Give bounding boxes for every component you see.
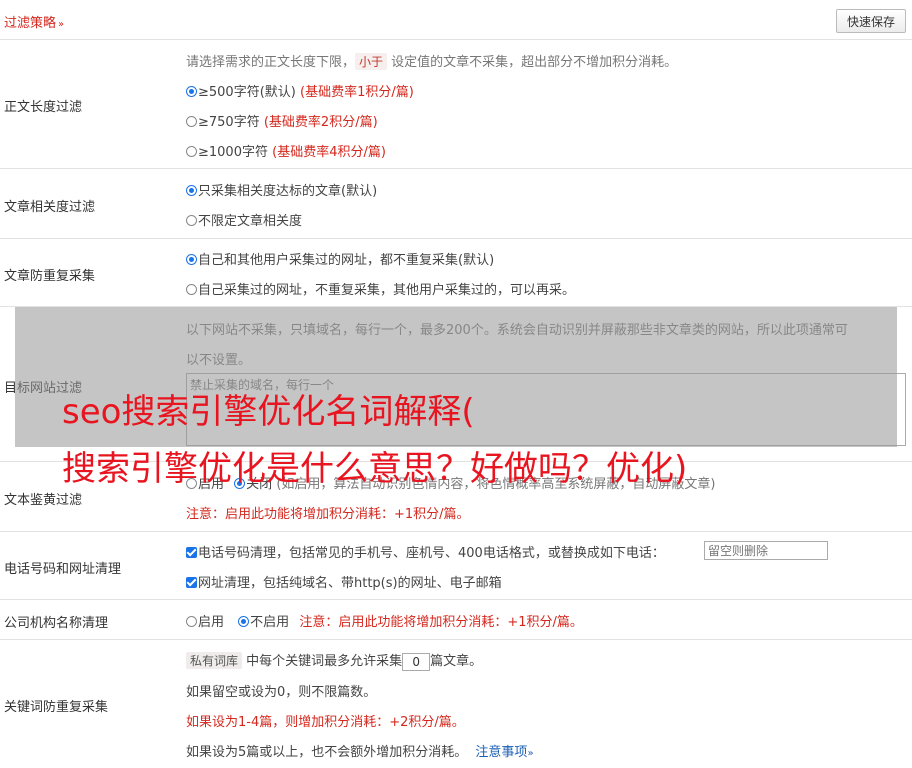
length-filter-label: 正文长度过滤 [4,100,83,115]
site-filter-desc-1: 以下网站不采集，只填域名，每行一个，最多200个。系统会自动识别并屏蔽那些非文章… [186,323,848,338]
relevance-filter-label: 文章相关度过滤 [4,200,96,215]
url-clean-option[interactable]: 网址清理，包括纯域名、带http(s)的网址、电子邮箱 [186,572,502,591]
relevance-option-strict[interactable]: 只采集相关度达标的文章(默认) [186,180,377,199]
dedupe-option-self[interactable]: 自己采集过的网址，不重复采集，其他用户采集过的，可以再采。 [186,279,575,298]
dedupe-filter-label: 文章防重复采集 [4,269,96,284]
filter-strategy-title[interactable]: 过滤策略» [4,12,64,31]
keyword-note-1: 如果留空或设为0，则不限篇数。 [186,685,377,700]
overlay-headline-1: seo搜索引擎优化名词解释( [62,392,475,432]
relevance-any-radio[interactable] [186,215,197,226]
chevron-down-icon: » [58,19,65,30]
length-500-radio[interactable] [186,86,197,97]
overlay-headline-2: 搜索引擎优化是什么意思？好做吗？优化) [62,449,688,489]
keyword-note-3: 如果设为5篇或以上，也不会额外增加积分消耗。 注意事项» [186,745,534,760]
length-option-750[interactable]: ≥750字符 (基础费率2积分/篇) [186,111,378,130]
length-1000-radio[interactable] [186,146,197,157]
relevance-filter-row: 文章相关度过滤 只采集相关度达标的文章(默认) 不限定文章相关度 [0,169,912,239]
length-option-1000[interactable]: ≥1000字符 (基础费率4积分/篇) [186,141,386,160]
quick-save-button[interactable]: 快速保存 [836,9,906,33]
length-option-500[interactable]: ≥500字符(默认) (基础费率1积分/篇) [186,81,414,100]
length-750-radio[interactable] [186,116,197,127]
org-filter-row: 公司机构名称清理 启用 不启用 注意：启用此功能将增加积分消耗：+1积分/篇。 [0,600,912,640]
keyword-limit-line: 私有词库 中每个关键词最多允许采集 0 篇文章。 [186,650,482,671]
dedupe-filter-row: 文章防重复采集 自己和其他用户采集过的网址，都不重复采集(默认) 自己采集过的网… [0,239,912,307]
keyword-max-count-input[interactable]: 0 [402,652,431,671]
org-filter-options: 启用 不启用 注意：启用此功能将增加积分消耗：+1积分/篇。 [186,611,583,630]
phone-clean-option[interactable]: 电话号码清理，包括常见的手机号、座机号、400电话格式，或替换成如下电话： [186,542,665,561]
site-filter-desc-2: 以不设置。 [186,353,252,368]
phone-filter-row: 电话号码和网址清理 电话号码清理，包括常见的手机号、座机号、400电话格式，或替… [0,532,912,600]
relevance-strict-radio[interactable] [186,185,197,196]
chevron-down-icon: » [527,748,534,759]
relevance-option-any[interactable]: 不限定文章相关度 [186,210,302,229]
org-filter-label: 公司机构名称清理 [4,616,109,631]
porn-filter-label: 文本鉴黄过滤 [4,493,83,508]
phone-filter-label: 电话号码和网址清理 [4,562,122,577]
notice-link[interactable]: 注意事项» [475,745,533,760]
url-clean-checkbox[interactable] [186,577,197,588]
porn-filter-note: 注意：启用此功能将增加积分消耗：+1积分/篇。 [186,507,470,522]
filter-header: 过滤策略» 快速保存 [0,0,912,40]
phone-clean-checkbox[interactable] [186,547,197,558]
keyword-note-2: 如果设为1-4篇，则增加积分消耗：+2积分/篇。 [186,715,465,730]
org-on-radio[interactable] [186,616,197,627]
dedupe-all-radio[interactable] [186,254,197,265]
less-than-chip: 小于 [355,53,388,70]
dedupe-option-all[interactable]: 自己和其他用户采集过的网址，都不重复采集(默认) [186,249,494,268]
keyword-filter-label: 关键词防重复采集 [4,700,109,715]
org-off-radio[interactable] [238,616,250,627]
replacement-phone-input[interactable] [704,541,828,560]
keyword-filter-row: 关键词防重复采集 私有词库 中每个关键词最多允许采集 0 篇文章。 如果留空或设为0… [0,640,912,768]
dedupe-self-radio[interactable] [186,284,197,295]
length-filter-desc: 请选择需求的正文长度下限， 小于 设定值的文章不采集，超出部分不增加积分消耗。 [186,53,678,70]
length-filter-row: 正文长度过滤 请选择需求的正文长度下限， 小于 设定值的文章不采集，超出部分不增加… [0,40,912,169]
private-lexicon-chip[interactable]: 私有词库 [186,652,243,669]
